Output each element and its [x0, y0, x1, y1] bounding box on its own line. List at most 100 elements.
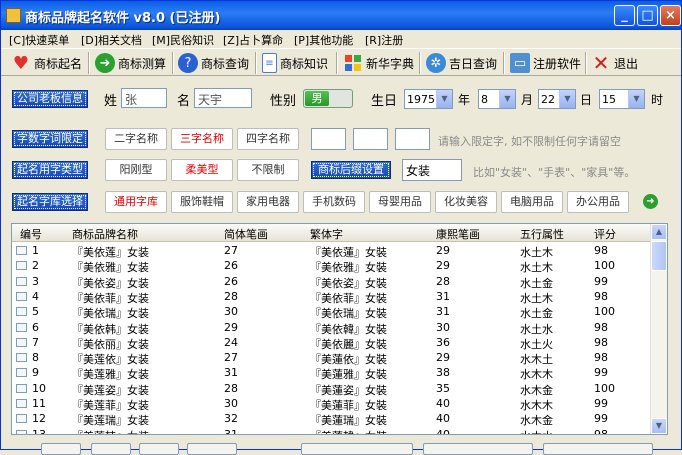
table-cell: 8 — [32, 351, 39, 365]
table-cell: 40 — [436, 412, 450, 426]
scrollbar-thumb[interactable] — [651, 241, 667, 271]
table-row[interactable]: 7 『美依丽』女装 24 『美依麗』女裝 36 水土火 98 — [12, 335, 652, 351]
bottom-button-7[interactable] — [543, 443, 653, 455]
arrow-icon: ➜ — [95, 53, 115, 73]
table-cell: 29 — [224, 320, 238, 334]
table-row[interactable]: 12 『美莲瑞』女装 32 『美蓮瑞』女裝 40 水木金 99 — [12, 411, 652, 427]
row-icon — [16, 337, 27, 347]
col-header-traditional[interactable]: 繁体字 — [310, 226, 343, 242]
surname-input[interactable]: 张 — [121, 88, 167, 108]
library-appliances[interactable]: 家用电器 — [237, 191, 299, 213]
menu-bar: [C]快速菜单 [D]相关文档 [M]民俗知识 [Z]占卜算命 [P]其他功能 … — [1, 30, 681, 48]
scroll-down-icon[interactable]: ▼ — [651, 418, 667, 434]
table-row[interactable]: 11 『美莲菲』女装 30 『美蓮菲』女裝 40 水木木 99 — [12, 396, 652, 412]
given-name-input[interactable]: 天宇 — [194, 88, 252, 108]
table-row[interactable]: 10 『美莲姿』女装 28 『美蓮姿』女裝 35 水木金 100 — [12, 381, 652, 397]
table-row[interactable]: 8 『美莲依』女装 27 『美蓮依』女裝 29 水木土 98 — [12, 350, 652, 366]
menu-other[interactable]: [P]其他功能 — [294, 32, 353, 48]
close-button[interactable]: × — [660, 5, 681, 26]
tool-trademark-test[interactable]: ➜ 商标测算 — [95, 51, 166, 75]
limit-char-input-2[interactable] — [353, 128, 388, 150]
limit-hint: 请输入限定字, 如不限制任何字请留空 — [438, 135, 621, 148]
tool-label: 商标测算 — [118, 56, 167, 71]
library-cosmetics[interactable]: 化妆美容 — [435, 191, 497, 213]
option-two-char[interactable]: 二字名称 — [105, 128, 167, 150]
table-row[interactable]: 2 『美依雅』女装 26 『美依雅』女裝 29 水土木 100 — [12, 258, 652, 274]
library-baby[interactable]: 母婴用品 — [369, 191, 431, 213]
vertical-scrollbar[interactable]: ▲ ▼ — [650, 224, 667, 434]
tool-trademark-naming[interactable]: ♥ 商标起名 — [11, 51, 82, 75]
gender-toggle[interactable]: 男 — [303, 89, 353, 108]
col-header-kangxi-strokes[interactable]: 康熙笔画 — [436, 226, 480, 242]
table-cell: 31 — [224, 366, 238, 380]
scroll-up-icon[interactable]: ▲ — [651, 224, 667, 240]
birth-hour-select[interactable]: 15 ▼ — [599, 89, 645, 109]
library-office[interactable]: 办公用品 — [567, 191, 629, 213]
limit-char-input-3[interactable] — [395, 128, 430, 150]
birth-month-select[interactable]: 8 ▼ — [478, 89, 516, 109]
next-arrow-icon[interactable]: ➜ — [643, 194, 658, 209]
library-apparel[interactable]: 服饰鞋帽 — [171, 191, 233, 213]
bottom-button-1[interactable] — [41, 443, 81, 455]
bottom-button-5[interactable] — [301, 443, 413, 455]
col-header-score[interactable]: 评分 — [594, 226, 616, 242]
table-row[interactable]: 6 『美依韩』女装 29 『美依韓』女裝 30 水土水 98 — [12, 320, 652, 336]
row-icon — [16, 261, 27, 271]
bottom-button-6[interactable] — [423, 443, 533, 455]
table-row[interactable]: 4 『美依菲』女装 28 『美依菲』女裝 31 水土木 98 — [12, 289, 652, 305]
limit-char-input-1[interactable] — [311, 128, 346, 150]
col-header-name[interactable]: 商标品牌名称 — [72, 226, 138, 242]
tool-register[interactable]: ▭ 注册软件 — [510, 51, 581, 75]
minimize-button[interactable]: _ — [614, 5, 635, 26]
char-type-button[interactable]: 起名用字类型 — [12, 161, 88, 179]
table-row[interactable]: 13 『美莲韩』女装 31 『美蓮韓』女裝 40 水木水 98 — [12, 427, 652, 434]
title-bar[interactable]: 商标品牌起名软件 v8.0 (已注册) _ □ × — [1, 1, 681, 30]
menu-quick[interactable]: [C]快速菜单 — [9, 32, 69, 48]
bottom-button-4[interactable] — [187, 443, 237, 455]
library-general[interactable]: 通用字库 — [105, 191, 167, 213]
row-icon — [16, 414, 27, 424]
option-three-char[interactable]: 三字名称 — [171, 128, 233, 150]
suffix-setting-button[interactable]: 商标后缀设置 — [311, 161, 391, 179]
menu-divination[interactable]: [Z]占卜算命 — [223, 32, 283, 48]
document-icon: ≡ — [262, 53, 277, 73]
bottom-button-3[interactable] — [139, 443, 179, 455]
tool-exit[interactable]: ✕ 退出 — [591, 51, 638, 75]
birth-year-select[interactable]: 1975 ▼ — [404, 89, 453, 109]
chevron-down-icon: ▼ — [628, 90, 644, 108]
table-row[interactable]: 5 『美依瑞』女装 30 『美依瑞』女裝 31 水土金 100 — [12, 304, 652, 320]
library-computer[interactable]: 电脑用品 — [501, 191, 563, 213]
col-header-id[interactable]: 编号 — [20, 226, 42, 242]
col-header-simplified-strokes[interactable]: 简体笔画 — [224, 226, 268, 242]
col-header-five-elements[interactable]: 五行属性 — [520, 226, 564, 242]
menu-docs[interactable]: [D]相关文档 — [81, 32, 142, 48]
tool-trademark-query[interactable]: ? 商标查询 — [178, 51, 249, 75]
bottom-button-strip — [1, 437, 681, 455]
option-feminine[interactable]: 柔美型 — [171, 159, 233, 181]
chevron-down-icon: ▼ — [436, 90, 452, 108]
table-cell: 3 — [32, 274, 39, 288]
option-unlimited[interactable]: 不限制 — [237, 159, 299, 181]
maximize-button[interactable]: □ — [637, 5, 658, 26]
suffix-input[interactable]: 女装 — [402, 159, 462, 181]
tool-trademark-knowledge[interactable]: ≡ 商标知识 — [262, 51, 328, 75]
option-four-char[interactable]: 四字名称 — [237, 128, 299, 150]
library-digital[interactable]: 手机数码 — [303, 191, 365, 213]
row-icon — [16, 246, 27, 255]
table-cell: 29 — [436, 244, 450, 257]
table-row[interactable]: 1 『美依莲』女装 27 『美依蓮』女裝 29 水土木 98 — [12, 243, 652, 259]
tool-xinhua-dictionary[interactable]: 新华字典 — [343, 51, 414, 75]
tool-auspicious-day[interactable]: ✲ 吉日查询 — [426, 51, 497, 75]
table-cell: 99 — [594, 412, 608, 426]
table-row[interactable]: 9 『美莲雅』女装 31 『美蓮雅』女裝 38 水木木 99 — [12, 365, 652, 381]
window-title: 商标品牌起名软件 v8.0 (已注册) — [25, 11, 221, 26]
bottom-button-2[interactable] — [91, 443, 131, 455]
owner-info-button[interactable]: 公司老板信息 — [12, 90, 88, 108]
menu-register[interactable]: [R]注册 — [365, 32, 403, 48]
birth-day-select[interactable]: 22 ▼ — [538, 89, 576, 109]
table-row[interactable]: 3 『美依姿』女装 26 『美依姿』女裝 28 水土金 99 — [12, 274, 652, 290]
option-masculine[interactable]: 阳刚型 — [105, 159, 167, 181]
word-limit-button[interactable]: 字数字词限定 — [12, 130, 88, 148]
menu-folk[interactable]: [M]民俗知识 — [152, 32, 214, 48]
library-select-button[interactable]: 起名字库选择 — [12, 193, 88, 211]
